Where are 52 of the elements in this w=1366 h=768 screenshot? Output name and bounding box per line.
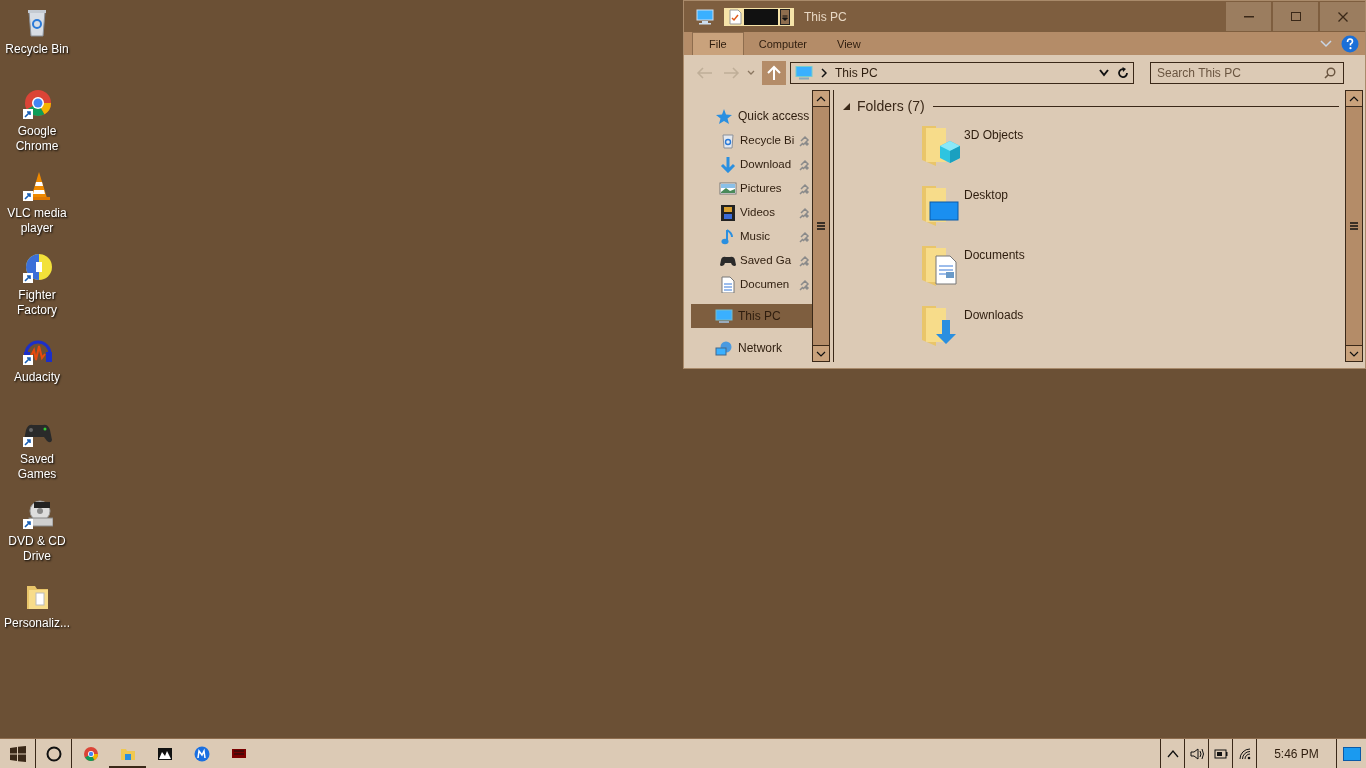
nav-label: Quick access [738, 109, 810, 123]
shortcut-label: Recycle Bin [4, 42, 70, 57]
folder-item[interactable]: Documents [916, 242, 1339, 302]
nav-item[interactable]: Download [691, 152, 812, 176]
address-path: This PC [835, 65, 879, 80]
search-field[interactable]: Search This PC [1150, 61, 1344, 84]
address-bar[interactable]: This PC [790, 61, 1134, 84]
shortcut-label: VLC media player [6, 206, 68, 236]
shortcut-label: Personaliz... [3, 616, 71, 631]
folder-item[interactable]: Desktop [916, 182, 1339, 242]
nav-label: This PC [738, 309, 781, 323]
shortcut-label: Google Chrome [14, 124, 60, 154]
group-header: Folders (7) [857, 98, 925, 114]
nav-label: Videos [740, 206, 775, 218]
nav-item[interactable]: Network [691, 336, 812, 360]
folder-name: Desktop [964, 188, 1009, 202]
folder-name: Downloads [964, 308, 1024, 322]
desktop-shortcut[interactable]: Personaliz... [0, 578, 74, 660]
desktop-shortcut[interactable]: DVD & CD Drive [0, 496, 74, 578]
nav-label: Recycle Bi [740, 134, 795, 146]
desktop-shortcut[interactable]: Google Chrome [0, 86, 74, 168]
nav-label: Saved Ga [740, 254, 792, 266]
ribbon-tab[interactable]: File [692, 32, 744, 55]
ribbon-tab[interactable]: View [822, 32, 876, 55]
folder-item[interactable]: Downloads [916, 302, 1339, 362]
nav-label: Documen [740, 278, 790, 290]
shortcut-label: Audacity [13, 370, 61, 385]
nav-item[interactable]: Videos [691, 200, 812, 224]
folder-name: 3D Objects [964, 128, 1024, 142]
desktop-shortcut[interactable]: Audacity [0, 332, 74, 414]
ribbon-tab[interactable]: Computer [743, 32, 823, 55]
nav-label: Pictures [740, 182, 782, 194]
nav-item[interactable]: Music [691, 224, 812, 248]
nav-label: Network [738, 341, 782, 355]
shortcut-label: DVD & CD Drive [7, 534, 67, 564]
nav-label: Download [740, 158, 792, 170]
nav-item[interactable]: Pictures [691, 176, 812, 200]
desktop-shortcut[interactable]: Recycle Bin [0, 4, 74, 86]
window-title: This PC [804, 9, 848, 24]
desktop-shortcut[interactable]: Fighter Factory [0, 250, 74, 332]
shortcut-label: Fighter Factory [16, 288, 58, 318]
shortcut-label: Saved Games [16, 452, 58, 482]
nav-item[interactable]: Saved Ga [691, 248, 812, 272]
nav-label: Music [740, 230, 771, 242]
nav-item[interactable]: Recycle Bi [691, 128, 812, 152]
desktop-shortcut[interactable]: VLC media player [0, 168, 74, 250]
nav-item[interactable]: Documen [691, 272, 812, 296]
nav-item[interactable]: Quick access [691, 104, 812, 128]
desktop-shortcut[interactable]: Saved Games [0, 414, 74, 496]
folder-item[interactable]: 3D Objects [916, 122, 1339, 182]
folder-name: Documents [964, 248, 1025, 262]
clock[interactable]: 5:46 PM [1256, 739, 1336, 768]
